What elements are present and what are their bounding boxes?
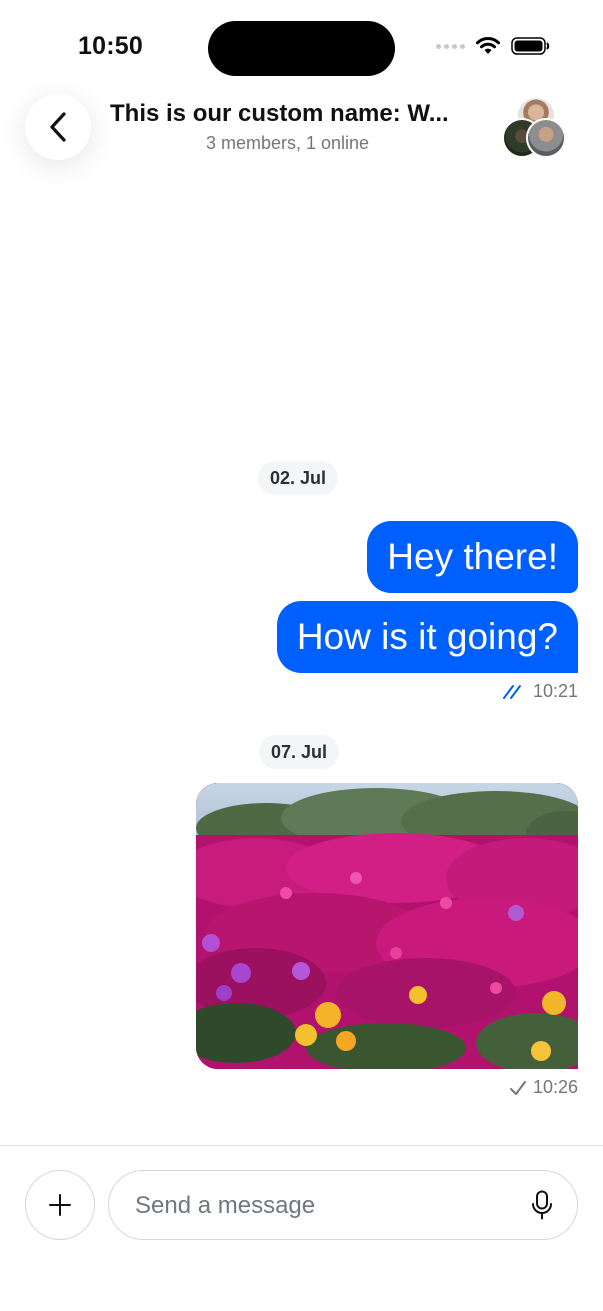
message-bubble[interactable]: Hey there! [367,521,578,593]
signal-dots-icon [436,43,465,49]
channel-header: This is our custom name: W... 3 members,… [0,94,603,166]
microphone-icon [532,1190,552,1220]
message-meta: 10:26 [509,1077,578,1098]
date-separator: 02. Jul [258,461,339,495]
status-bar: 10:50 [0,0,603,96]
channel-avatar-group[interactable] [502,96,568,160]
composer-divider [0,1145,603,1146]
message-input[interactable] [133,1171,517,1240]
flower-field-image [196,783,578,1069]
attach-button[interactable] [25,1170,95,1240]
channel-subtitle: 3 members, 1 online [205,133,370,153]
photo-attachment[interactable] [196,783,578,1069]
channel-title[interactable]: This is our custom name: W... [110,100,465,128]
single-check-icon [509,1080,526,1095]
plus-icon [49,1194,71,1216]
dynamic-island [208,21,395,76]
back-button[interactable] [25,94,91,160]
wifi-icon [476,37,500,54]
voice-record-button[interactable] [527,1190,557,1220]
double-check-icon [502,684,526,699]
status-time: 10:50 [78,32,143,60]
message-input-container [108,1170,578,1240]
message-timestamp: 10:21 [532,681,578,701]
status-icons [436,36,551,56]
chevron-left-icon [50,112,66,142]
avatar [526,118,566,158]
date-separator: 07. Jul [259,735,340,769]
message-bubble[interactable]: How is it going? [276,601,578,673]
message-meta: 10:21 [502,681,578,702]
battery-icon [511,37,550,55]
message-timestamp: 10:26 [532,1077,578,1097]
